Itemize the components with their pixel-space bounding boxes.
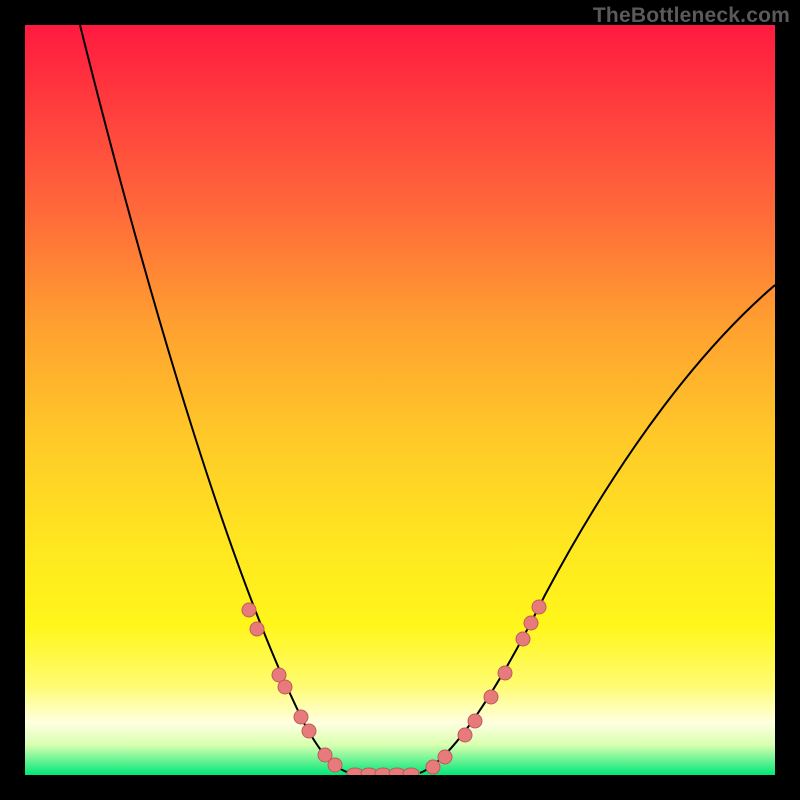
flat-dots-group bbox=[347, 768, 419, 775]
right-dots-group bbox=[426, 600, 546, 774]
data-point bbox=[242, 603, 256, 617]
data-point bbox=[532, 600, 546, 614]
data-point bbox=[250, 622, 264, 636]
data-point bbox=[438, 750, 452, 764]
data-point bbox=[361, 768, 377, 775]
left-curve bbox=[80, 25, 350, 773]
data-point bbox=[294, 710, 308, 724]
bottleneck-curve-plot bbox=[25, 25, 775, 775]
data-point bbox=[347, 768, 363, 775]
right-curve bbox=[420, 285, 775, 773]
data-point bbox=[328, 758, 342, 772]
data-point bbox=[375, 768, 391, 775]
data-point bbox=[389, 768, 405, 775]
data-point bbox=[516, 632, 530, 646]
data-point bbox=[302, 724, 316, 738]
data-point bbox=[524, 616, 538, 630]
data-point bbox=[278, 680, 292, 694]
data-point bbox=[484, 690, 498, 704]
data-point bbox=[468, 714, 482, 728]
data-point bbox=[403, 768, 419, 775]
data-point bbox=[426, 760, 440, 774]
watermark-text: TheBottleneck.com bbox=[593, 4, 790, 28]
chart-frame bbox=[25, 25, 775, 775]
data-point bbox=[498, 666, 512, 680]
left-dots-group bbox=[242, 603, 342, 772]
data-point bbox=[458, 728, 472, 742]
